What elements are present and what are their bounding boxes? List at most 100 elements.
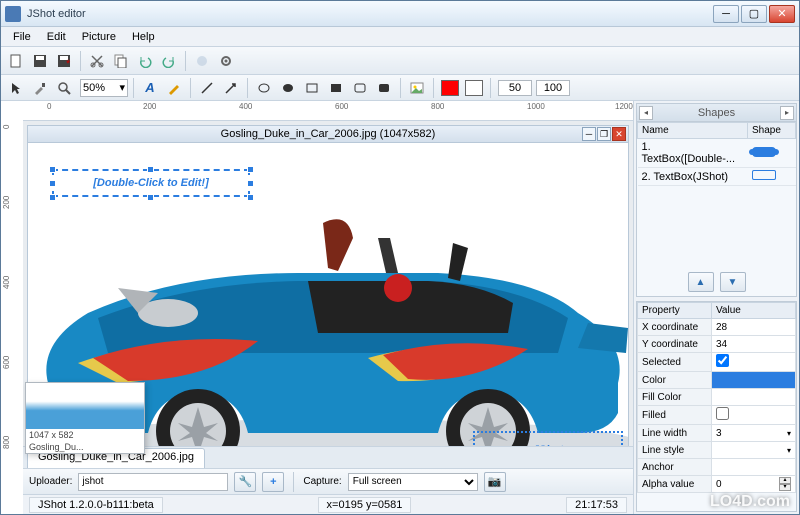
move-down-button[interactable]: ▼ bbox=[720, 272, 746, 292]
uploader-field[interactable] bbox=[78, 473, 228, 491]
resize-handle-w[interactable] bbox=[49, 180, 56, 187]
app-icon bbox=[5, 6, 21, 22]
watermark: LO4D.com bbox=[710, 493, 790, 511]
prop-color-swatch[interactable] bbox=[712, 372, 796, 389]
alpha-up-button[interactable]: ▴ bbox=[779, 477, 791, 484]
doc-restore-button[interactable]: ❐ bbox=[597, 127, 611, 141]
capture-dropdown[interactable]: Full screen bbox=[348, 473, 478, 491]
bottom-toolbar: Uploader: 🔧 + Capture: Full screen 📷 bbox=[23, 468, 633, 494]
save-button[interactable] bbox=[29, 50, 51, 72]
cut-button[interactable] bbox=[86, 50, 108, 72]
resize-handle-s[interactable] bbox=[147, 194, 154, 201]
filled-rounded-rect-tool[interactable] bbox=[373, 77, 395, 99]
image-icon bbox=[410, 81, 424, 95]
picker-tool[interactable] bbox=[29, 77, 51, 99]
pencil-tool[interactable] bbox=[163, 77, 185, 99]
move-up-button[interactable]: ▲ bbox=[688, 272, 714, 292]
eyedropper-icon bbox=[33, 81, 47, 95]
resize-handle-nw[interactable] bbox=[49, 166, 56, 173]
prop-alpha-input[interactable] bbox=[716, 479, 779, 490]
menu-edit[interactable]: Edit bbox=[39, 29, 74, 45]
zoom-dropdown[interactable]: 50%▾ bbox=[80, 79, 128, 97]
horizontal-ruler: 0 200 400 600 800 1000 1200 bbox=[23, 101, 633, 121]
uploader-settings-button[interactable]: 🔧 bbox=[234, 472, 256, 492]
camera-icon: 📷 bbox=[488, 475, 502, 488]
prop-y-input[interactable] bbox=[716, 339, 791, 350]
add-button[interactable]: + bbox=[262, 472, 284, 492]
shapes-collapse-right[interactable]: ▸ bbox=[780, 106, 794, 120]
titlebar: JShot editor ─ ▢ ✕ bbox=[1, 1, 799, 27]
line-icon bbox=[200, 81, 214, 95]
shape-row[interactable]: 2. TextBox(JShot) bbox=[638, 168, 796, 186]
arrow-tool[interactable] bbox=[220, 77, 242, 99]
background-color[interactable] bbox=[465, 80, 483, 96]
pointer-icon bbox=[9, 81, 23, 95]
app-window: JShot editor ─ ▢ ✕ File Edit Picture Hel… bbox=[0, 0, 800, 515]
resize-handle-ne[interactable] bbox=[247, 166, 254, 173]
minimize-button[interactable]: ─ bbox=[713, 5, 739, 23]
resize-handle-e[interactable] bbox=[247, 180, 254, 187]
undo-button[interactable] bbox=[134, 50, 156, 72]
image-tool[interactable] bbox=[406, 77, 428, 99]
save-as-button[interactable]: * bbox=[53, 50, 75, 72]
alpha-down-button[interactable]: ▾ bbox=[779, 484, 791, 491]
gear-icon bbox=[219, 54, 233, 68]
uploader-label: Uploader: bbox=[29, 476, 72, 487]
foreground-color[interactable] bbox=[441, 80, 459, 96]
prop-x-input[interactable] bbox=[716, 322, 791, 333]
pointer-tool[interactable] bbox=[5, 77, 27, 99]
prop-linewidth-input[interactable] bbox=[716, 428, 787, 439]
blur-icon bbox=[195, 54, 209, 68]
close-button[interactable]: ✕ bbox=[769, 5, 795, 23]
filled-ellipse-tool[interactable] bbox=[277, 77, 299, 99]
arrow-icon bbox=[224, 81, 238, 95]
capture-button[interactable]: 📷 bbox=[484, 472, 506, 492]
resize-handle-se[interactable] bbox=[247, 194, 254, 201]
save-as-icon: * bbox=[57, 54, 71, 68]
menubar: File Edit Picture Help bbox=[1, 27, 799, 47]
shape-row[interactable]: 1. TextBox([Double-... bbox=[638, 139, 796, 168]
drawing-toolbar: 50%▾ A 50 100 bbox=[1, 75, 799, 101]
menu-file[interactable]: File bbox=[5, 29, 39, 45]
linestyle-dropdown[interactable]: ▾ bbox=[787, 446, 791, 455]
linewidth-dropdown[interactable]: ▾ bbox=[787, 429, 791, 438]
width-field[interactable]: 50 bbox=[498, 80, 532, 96]
shape-preview-icon bbox=[752, 170, 776, 180]
center-panel: 0 200 400 600 800 1000 1200 Gosling_Duke… bbox=[23, 101, 633, 514]
thumbnail-panel[interactable]: 1047 x 582 Gosling_Du... bbox=[25, 382, 145, 454]
maximize-button[interactable]: ▢ bbox=[741, 5, 767, 23]
prop-filled-checkbox[interactable] bbox=[716, 407, 729, 420]
new-button[interactable] bbox=[5, 50, 27, 72]
resize-handle-n[interactable] bbox=[147, 166, 154, 173]
redo-button[interactable] bbox=[158, 50, 180, 72]
shape-preview-icon bbox=[752, 147, 776, 157]
filled-rect-tool[interactable] bbox=[325, 77, 347, 99]
rounded-rect-icon bbox=[353, 81, 367, 95]
shapes-collapse-left[interactable]: ◂ bbox=[639, 106, 653, 120]
doc-minimize-button[interactable]: ─ bbox=[582, 127, 596, 141]
rect-tool[interactable] bbox=[301, 77, 323, 99]
thumbnail-image bbox=[26, 383, 144, 429]
magnifier-icon bbox=[57, 81, 71, 95]
prop-fillcolor-swatch[interactable] bbox=[712, 389, 796, 406]
prop-selected-checkbox[interactable] bbox=[716, 354, 729, 367]
resize-handle-sw[interactable] bbox=[49, 194, 56, 201]
line-tool[interactable] bbox=[196, 77, 218, 99]
prop-linestyle-input[interactable] bbox=[716, 445, 787, 456]
blur-button[interactable] bbox=[191, 50, 213, 72]
menu-picture[interactable]: Picture bbox=[74, 29, 124, 45]
filled-rounded-rect-icon bbox=[377, 81, 391, 95]
ellipse-tool[interactable] bbox=[253, 77, 275, 99]
zoom-tool[interactable] bbox=[53, 77, 75, 99]
text-tool[interactable]: A bbox=[139, 77, 161, 99]
menu-help[interactable]: Help bbox=[124, 29, 163, 45]
textbox-edit-hint[interactable]: [Double-Click to Edit!] bbox=[52, 169, 250, 197]
prop-anchor-cell[interactable] bbox=[712, 459, 796, 476]
doc-close-button[interactable]: ✕ bbox=[612, 127, 626, 141]
textbox-jshot[interactable]: JShot bbox=[473, 431, 623, 446]
height-field[interactable]: 100 bbox=[536, 80, 570, 96]
settings-button[interactable] bbox=[215, 50, 237, 72]
copy-button[interactable] bbox=[110, 50, 132, 72]
ellipse-icon bbox=[257, 81, 271, 95]
rounded-rect-tool[interactable] bbox=[349, 77, 371, 99]
